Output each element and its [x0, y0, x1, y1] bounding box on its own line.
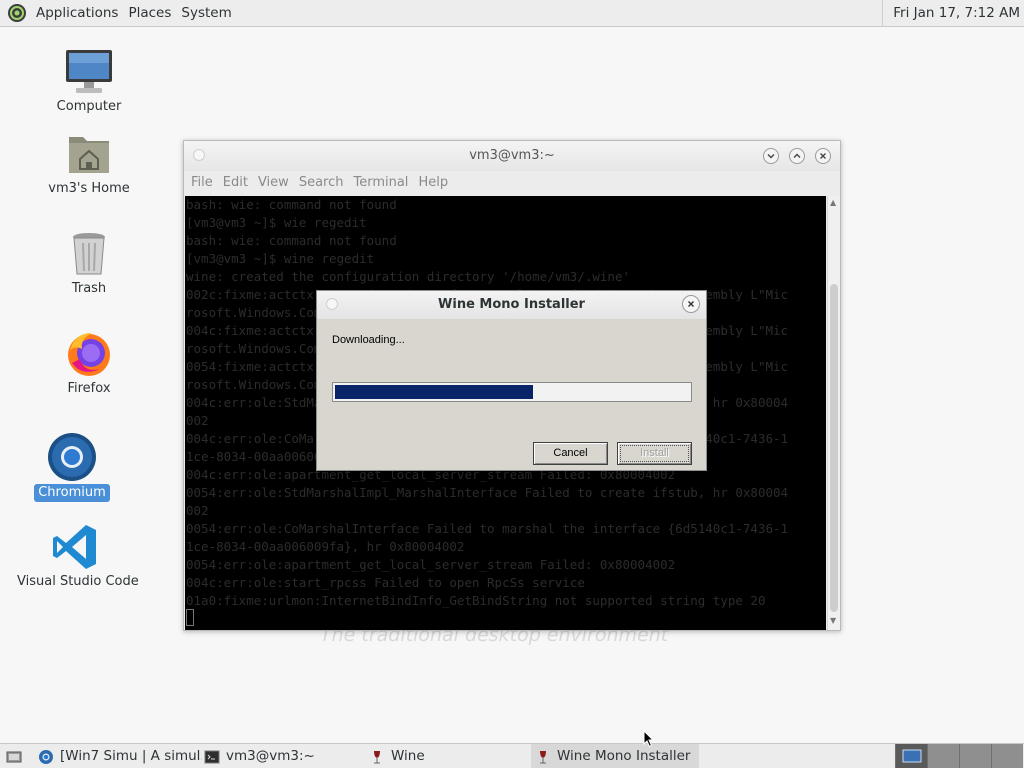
desktop-icon-trash[interactable]: Trash: [29, 229, 149, 297]
clock[interactable]: Fri Jan 17, 7:12 AM: [882, 0, 1024, 27]
menu-places[interactable]: Places: [123, 0, 176, 27]
workspace-4[interactable]: [991, 744, 1023, 768]
menu-applications[interactable]: Applications: [31, 0, 123, 27]
terminal-line: [vm3@vm3 ~]$ wie regedit: [186, 215, 367, 230]
desktop-icon-computer[interactable]: Computer: [29, 47, 149, 115]
chevron-up-icon: [793, 153, 801, 158]
workspace-window-icon: [902, 749, 922, 763]
desktop-icon-label: Trash: [71, 281, 107, 296]
terminal-line: 0054:err:ole:StdMarshalImpl_MarshalInter…: [186, 485, 789, 500]
top-panel: Applications Places System Fri Jan 17, 7…: [0, 0, 1024, 27]
show-desktop-button[interactable]: [0, 744, 30, 768]
scroll-down-icon[interactable]: ▼: [830, 616, 836, 625]
menu-file[interactable]: File: [186, 171, 218, 195]
taskbar-item-wine-mono-installer[interactable]: Wine Mono Installer: [531, 744, 699, 768]
window-menu-icon[interactable]: [193, 149, 205, 161]
workspace-1[interactable]: [895, 744, 927, 768]
desktop-icon-label: Computer: [56, 99, 122, 114]
taskbar-item-label: Wine Mono Installer: [557, 748, 691, 764]
menu-edit[interactable]: Edit: [218, 171, 253, 195]
minimize-button[interactable]: [763, 148, 779, 164]
computer-icon: [64, 47, 114, 97]
taskbar-item-terminal[interactable]: vm3@vm3:~: [200, 744, 364, 768]
terminal-line: 0054:err:ole:apartment_get_local_server_…: [186, 557, 676, 572]
taskbar-item-wine[interactable]: Wine: [365, 744, 529, 768]
menu-help[interactable]: Help: [413, 171, 453, 195]
desktop-icon-home[interactable]: vm3's Home: [29, 129, 149, 197]
progress-fill: [335, 385, 534, 399]
cancel-button[interactable]: Cancel: [533, 442, 608, 465]
desktop-icon-label: vm3's Home: [48, 181, 130, 196]
home-folder-icon: [64, 129, 114, 179]
mouse-pointer-icon: [643, 730, 655, 748]
main-menu: Applications Places System: [0, 0, 237, 26]
terminal-line: bash: wie: command not found: [186, 233, 397, 248]
scroll-up-icon[interactable]: ▲: [830, 198, 836, 207]
taskbar-item-label: Wine: [391, 748, 425, 764]
taskbar-item-label: [Win7 Simu | A simul...: [60, 748, 202, 764]
wine-icon: [374, 750, 380, 763]
desktop-icon-vscode[interactable]: Visual Studio Code: [15, 522, 139, 590]
show-desktop-icon: [6, 751, 22, 762]
dialog-title: Wine Mono Installer: [438, 297, 585, 312]
install-button[interactable]: Install: [617, 442, 692, 465]
distro-logo-icon[interactable]: [7, 3, 27, 23]
scrollbar-thumb[interactable]: [830, 284, 838, 612]
desktop-icon-firefox[interactable]: Firefox: [29, 329, 149, 397]
terminal-title: vm3@vm3:~: [469, 148, 555, 163]
terminal-line: 01a0:fixme:urlmon:InternetBindInfo_GetBi…: [186, 593, 766, 608]
menu-view[interactable]: View: [253, 171, 294, 195]
taskbar-item-label: vm3@vm3:~: [226, 748, 315, 764]
workspace-2[interactable]: [927, 744, 959, 768]
taskbar-item-chromium[interactable]: [Win7 Simu | A simul...: [34, 744, 202, 768]
download-status: Downloading...: [332, 334, 405, 346]
desktop-icon-label: Firefox: [67, 381, 111, 396]
close-button[interactable]: [815, 148, 831, 164]
desktop-icon-label: Chromium: [34, 484, 110, 502]
vscode-icon: [50, 522, 100, 572]
chromium-icon: [47, 432, 97, 482]
window-menu-icon[interactable]: [326, 298, 338, 310]
download-progress-bar: [332, 382, 692, 402]
bottom-panel: [Win7 Simu | A simul... vm3@vm3:~ Wine W…: [0, 743, 1024, 768]
terminal-cursor: [186, 609, 194, 626]
chevron-down-icon: [767, 154, 775, 159]
terminal-icon: [204, 750, 220, 763]
terminal-line: 0054:err:ole:CoMarshalInterface Failed t…: [186, 521, 789, 536]
wine-icon: [540, 750, 546, 763]
terminal-menubar: File Edit View Search Terminal Help: [184, 171, 840, 195]
terminal-titlebar[interactable]: vm3@vm3:~: [184, 141, 840, 171]
trash-icon: [64, 229, 114, 279]
terminal-line: 1ce-8034-00aa006009fa}, hr 0x80004002: [186, 539, 465, 554]
desktop-icon-label: Visual Studio Code: [17, 574, 139, 589]
menu-system[interactable]: System: [176, 0, 236, 27]
chromium-icon: [39, 749, 53, 764]
terminal-line: 002: [186, 503, 209, 518]
close-icon: [820, 153, 826, 159]
dialog-close-button[interactable]: [682, 295, 700, 313]
close-icon: [688, 301, 694, 307]
maximize-button[interactable]: [789, 148, 805, 164]
wine-mono-installer-dialog: Wine Mono Installer Downloading... Cance…: [316, 290, 707, 471]
workspace-3[interactable]: [959, 744, 991, 768]
terminal-scrollbar[interactable]: ▲ ▼: [827, 196, 840, 630]
terminal-line: wine: created the configuration director…: [186, 269, 631, 284]
terminal-line: [vm3@vm3 ~]$ wine regedit: [186, 251, 375, 266]
menu-search[interactable]: Search: [294, 171, 349, 195]
firefox-icon: [64, 329, 114, 379]
dialog-titlebar[interactable]: Wine Mono Installer: [317, 291, 706, 319]
terminal-line: 004c:err:ole:start_rpcss Failed to open …: [186, 575, 585, 590]
menu-terminal[interactable]: Terminal: [348, 171, 413, 195]
desktop-icon-chromium[interactable]: Chromium: [12, 432, 132, 502]
install-button-label: Install: [620, 445, 689, 462]
terminal-line: bash: wie: command not found: [186, 197, 397, 212]
